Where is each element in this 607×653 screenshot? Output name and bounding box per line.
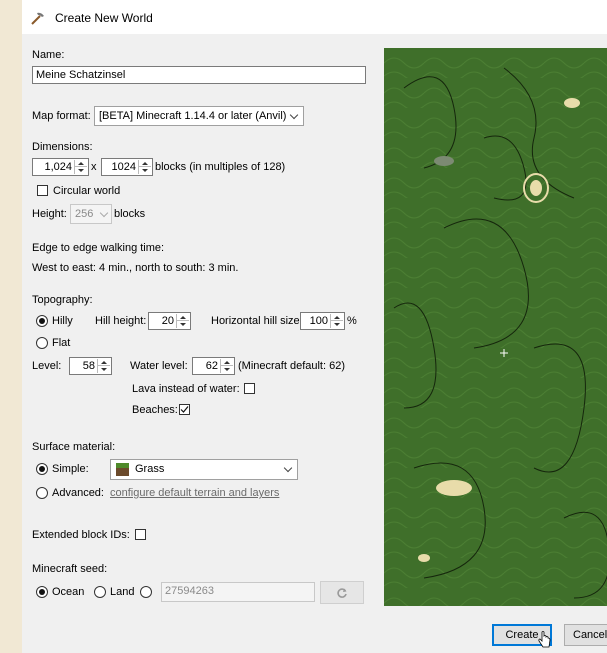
terrain-preview-image bbox=[384, 48, 607, 606]
extended-ids-label: Extended block IDs: bbox=[32, 529, 130, 541]
lava-label: Lava instead of water: bbox=[132, 383, 240, 395]
world-preview-map[interactable] bbox=[384, 48, 607, 606]
land-label: Land bbox=[110, 586, 135, 598]
height-dimension-spinner[interactable]: 1024 bbox=[101, 158, 153, 176]
width-spinner[interactable]: 1,024 bbox=[32, 158, 89, 176]
height-select: 256 bbox=[70, 204, 112, 224]
water-level-value: 62 bbox=[205, 360, 218, 372]
simple-label: Simple: bbox=[52, 463, 89, 475]
hill-size-spinner[interactable]: 100 bbox=[300, 312, 345, 330]
dimensions-label: Dimensions: bbox=[32, 141, 93, 153]
flat-label: Flat bbox=[52, 337, 71, 349]
hill-height-value: 20 bbox=[161, 315, 174, 327]
seed-label: Minecraft seed: bbox=[32, 563, 108, 575]
refresh-icon bbox=[337, 588, 347, 598]
beaches-label: Beaches: bbox=[132, 404, 178, 416]
spinner-arrows-icon[interactable] bbox=[176, 314, 189, 328]
create-world-dialog: Create New World Name: Meine Schatzinsel… bbox=[22, 0, 607, 653]
dimension-separator: x bbox=[91, 161, 97, 173]
spinner-arrows-icon[interactable] bbox=[220, 359, 233, 373]
level-label: Level: bbox=[32, 360, 62, 372]
name-label: Name: bbox=[32, 49, 65, 61]
width-value: 1,024 bbox=[44, 161, 72, 173]
height-unit: blocks bbox=[114, 208, 146, 220]
height-dimension-value: 1024 bbox=[111, 161, 136, 173]
configure-terrain-link[interactable]: configure default terrain and layers bbox=[110, 486, 279, 500]
hand-cursor-icon bbox=[538, 631, 551, 648]
custom-seed-radio[interactable] bbox=[140, 586, 152, 598]
walking-time-text: West to east: 4 min., north to south: 3 … bbox=[32, 262, 239, 274]
seed-input[interactable]: 27594263 bbox=[161, 582, 315, 602]
spinner-arrows-icon[interactable] bbox=[74, 160, 87, 174]
checkmark-icon bbox=[180, 406, 189, 413]
title-bar: Create New World bbox=[22, 0, 607, 34]
flat-radio[interactable] bbox=[36, 337, 48, 349]
chevron-down-icon bbox=[289, 110, 299, 120]
circular-world-checkbox[interactable] bbox=[37, 185, 48, 196]
name-input[interactable]: Meine Schatzinsel bbox=[32, 66, 366, 84]
level-value: 58 bbox=[82, 360, 95, 372]
simple-radio[interactable] bbox=[36, 463, 48, 475]
hilly-label: Hilly bbox=[52, 315, 73, 327]
grass-block-icon bbox=[116, 463, 129, 476]
land-radio[interactable] bbox=[94, 586, 106, 598]
water-level-label: Water level: bbox=[130, 360, 188, 372]
spinner-arrows-icon[interactable] bbox=[97, 359, 110, 373]
pickaxe-icon bbox=[31, 12, 44, 25]
chevron-down-icon bbox=[99, 208, 109, 218]
material-select[interactable]: Grass bbox=[110, 459, 298, 480]
chevron-down-icon bbox=[283, 463, 293, 473]
map-format-select[interactable]: [BETA] Minecraft 1.14.4 or later (Anvil) bbox=[94, 106, 304, 126]
map-format-label: Map format: bbox=[32, 110, 91, 122]
map-format-value: [BETA] Minecraft 1.14.4 or later (Anvil) bbox=[99, 110, 287, 122]
height-value: 256 bbox=[75, 208, 94, 220]
ocean-radio[interactable] bbox=[36, 586, 48, 598]
hill-size-unit: % bbox=[347, 315, 357, 327]
advanced-label: Advanced: bbox=[52, 487, 104, 499]
material-value: Grass bbox=[135, 463, 165, 475]
cancel-button[interactable]: Cancel bbox=[564, 624, 607, 646]
reseed-button[interactable] bbox=[320, 581, 364, 604]
hill-size-value: 100 bbox=[309, 315, 328, 327]
hill-height-spinner[interactable]: 20 bbox=[148, 312, 191, 330]
water-default-note: (Minecraft default: 62) bbox=[238, 360, 345, 372]
advanced-radio[interactable] bbox=[36, 487, 48, 499]
walking-time-title: Edge to edge walking time: bbox=[32, 242, 165, 254]
circular-world-label: Circular world bbox=[53, 185, 121, 197]
lava-checkbox[interactable] bbox=[244, 383, 255, 394]
hilly-radio[interactable] bbox=[36, 315, 48, 327]
surface-material-label: Surface material: bbox=[32, 441, 116, 453]
spinner-arrows-icon[interactable] bbox=[138, 160, 151, 174]
water-level-spinner[interactable]: 62 bbox=[192, 357, 235, 375]
beaches-checkbox[interactable] bbox=[179, 404, 190, 415]
hill-size-label: Horizontal hill size: bbox=[211, 315, 303, 327]
extended-ids-checkbox[interactable] bbox=[135, 529, 146, 540]
spinner-arrows-icon[interactable] bbox=[330, 314, 343, 328]
level-spinner[interactable]: 58 bbox=[69, 357, 112, 375]
window-title: Create New World bbox=[55, 11, 153, 25]
dialog-body: Name: Meine Schatzinsel Map format: [BET… bbox=[22, 34, 607, 653]
hill-height-label: Hill height: bbox=[95, 315, 147, 327]
dimensions-unit: blocks (in multiples of 128) bbox=[155, 161, 286, 173]
height-label: Height: bbox=[32, 208, 67, 220]
ocean-label: Ocean bbox=[52, 586, 85, 598]
topography-label: Topography: bbox=[32, 294, 93, 306]
